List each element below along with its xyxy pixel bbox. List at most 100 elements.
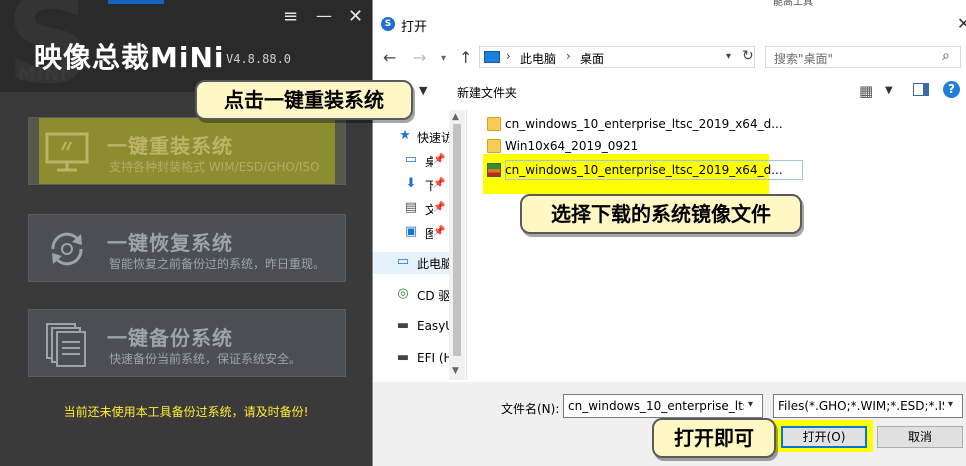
nav-item-documents[interactable]: ▤ 文档 📌 <box>373 198 449 220</box>
archive-icon <box>487 163 501 177</box>
breadcrumb-desktop[interactable]: 桌面 <box>580 50 604 67</box>
menu-button[interactable]: ≡ <box>283 8 298 26</box>
nav-item-desktop[interactable]: ▭ 桌面 📌 <box>373 150 449 172</box>
filename-value: cn_windows_10_enterprise_ltsc <box>568 399 744 413</box>
organize-chevron-icon[interactable]: ▼ <box>419 84 427 97</box>
card-title: 一键恢复系统 <box>107 231 233 255</box>
screen: S MiNi 映像总裁MiNi V4.8.88.0 ≡ — ✕ 一键重装系统 支… <box>0 0 966 466</box>
nav-item-label: 桌面 <box>425 155 433 169</box>
backup-warning: 当前还未使用本工具备份过系统，请及时备份! <box>63 405 309 419</box>
app-version: V4.8.88.0 <box>226 52 292 66</box>
nav-item-label: EasyU <box>417 319 449 333</box>
nav-item-easyu[interactable]: ▬ EasyU <box>373 316 449 338</box>
taskbar-strip <box>108 0 164 4</box>
up-button[interactable]: ↑ <box>459 48 472 67</box>
card-subtitle: 支持各种封装格式 WIM/ESD/GHO/ISO <box>109 160 320 174</box>
back-button[interactable]: ← <box>383 48 396 67</box>
picture-icon: ▣ <box>404 224 418 239</box>
scrollbar-thumb[interactable] <box>453 124 461 356</box>
nav-item-this-pc[interactable]: ▭ 此电脑 <box>373 252 449 274</box>
filename-label: 文件名(N): <box>501 402 560 416</box>
nav-item-efi[interactable]: ▬ EFI (H <box>373 348 449 370</box>
forward-button[interactable]: → <box>413 48 426 67</box>
desktop-icon: ▭ <box>404 152 418 167</box>
navigation-pane: ★ 快速访问 ▭ 桌面 📌 ⬇ 下载 📌 ▤ 文档 📌 ▣ 图片 📌 <box>373 110 467 380</box>
callout-open: 打开即可 <box>652 418 776 458</box>
drive-icon: ▬ <box>396 318 410 333</box>
download-icon: ⬇ <box>405 176 417 191</box>
nav-item-downloads[interactable]: ⬇ 下载 📌 <box>373 174 449 196</box>
file-name: cn_windows_10_enterprise_ltsc_2019_x64_d… <box>505 117 783 131</box>
document-icon: ▤ <box>404 200 418 215</box>
card-subtitle: 快速备份当前系统，保证系统安全。 <box>109 352 302 366</box>
callout-select-image: 选择下载的系统镜像文件 <box>520 194 802 234</box>
nav-item-label: 图片 <box>425 227 433 241</box>
nav-scrollbar[interactable]: ▲ ▼ <box>449 110 465 380</box>
background-window-text: 能高工具 <box>773 0 813 8</box>
dialog-titlebar: S 打开 ✕ <box>373 12 966 38</box>
chevron-up-icon[interactable]: ▲ <box>452 112 459 122</box>
nav-item-label: 文档 <box>425 203 433 217</box>
restore-system-button[interactable]: 一键恢复系统 智能恢复之前备份过的系统，昨日重现。 <box>28 214 346 282</box>
recent-locations-chevron-icon[interactable]: ▾ <box>441 53 446 64</box>
app-header: S MiNi 映像总裁MiNi V4.8.88.0 ≡ — ✕ <box>0 0 372 102</box>
file-item-iso[interactable]: cn_windows_10_enterprise_ltsc_2019_x64_d… <box>483 160 813 182</box>
chevron-down-icon[interactable]: ▾ <box>726 51 731 62</box>
nav-item-label: EFI (H <box>417 351 449 365</box>
chevron-down-icon[interactable]: ▾ <box>948 399 953 410</box>
open-button[interactable]: 打开(O) <box>781 426 867 448</box>
nav-item-label: CD 驱动器 <box>417 289 449 303</box>
file-item-folder[interactable]: Win10x64_2019_0921 <box>483 136 783 158</box>
folder-icon <box>487 117 501 131</box>
cd-icon: ◎ <box>397 286 409 301</box>
chevron-right-icon[interactable]: › <box>506 49 511 63</box>
card-subtitle: 智能恢复之前备份过的系统，昨日重现。 <box>109 257 326 271</box>
new-folder-button[interactable]: 新建文件夹 <box>457 84 517 101</box>
pin-icon: 📌 <box>433 154 446 165</box>
dialog-close-button[interactable]: ✕ <box>957 14 966 33</box>
nav-item-cd-drive[interactable]: ◎ CD 驱动器 <box>373 284 449 306</box>
reinstall-system-button[interactable]: 一键重装系统 支持各种封装格式 WIM/ESD/GHO/ISO <box>28 117 346 185</box>
app-title: 映像总裁MiNi <box>34 41 225 74</box>
dialog-title: 打开 <box>401 20 428 35</box>
filename-field[interactable]: cn_windows_10_enterprise_ltsc ▾ <box>563 394 763 418</box>
minimize-button[interactable]: — <box>316 8 332 24</box>
file-list: cn_windows_10_enterprise_ltsc_2019_x64_d… <box>469 112 966 380</box>
backup-system-button[interactable]: 一键备份系统 快速备份当前系统，保证系统安全。 <box>28 309 346 377</box>
address-bar[interactable]: › 此电脑 › 桌面 ▾ ↻ <box>479 46 755 68</box>
app-logo-icon: S <box>381 17 395 31</box>
star-icon: ★ <box>399 128 411 143</box>
nav-item-label: 此电脑 <box>417 257 449 271</box>
file-item-folder[interactable]: cn_windows_10_enterprise_ltsc_2019_x64_d… <box>483 114 783 136</box>
card-title: 一键重装系统 <box>107 134 233 158</box>
chevron-right-icon[interactable]: › <box>566 49 571 63</box>
nav-item-label: 下载 <box>425 179 433 193</box>
computer-icon <box>484 51 500 63</box>
pin-icon: 📌 <box>433 202 446 213</box>
nav-item-quick-access[interactable]: ★ 快速访问 <box>373 126 459 148</box>
monitor-icon <box>45 132 89 172</box>
pin-icon: 📌 <box>433 226 446 237</box>
preview-pane-icon[interactable] <box>913 83 929 96</box>
cancel-button[interactable]: 取消 <box>877 426 963 448</box>
file-name: Win10x64_2019_0921 <box>505 139 639 153</box>
view-icon[interactable]: ▦ <box>859 82 873 100</box>
nav-item-pictures[interactable]: ▣ 图片 📌 <box>373 222 449 244</box>
refresh-icon[interactable]: ↻ <box>742 48 754 64</box>
search-icon[interactable]: ⌕ <box>942 48 950 64</box>
chevron-down-icon[interactable]: ▼ <box>885 85 893 96</box>
close-button[interactable]: ✕ <box>348 8 363 26</box>
search-placeholder: 搜索"桌面" <box>774 52 834 66</box>
help-icon[interactable]: ? <box>943 81 960 98</box>
card-title: 一键备份系统 <box>107 326 233 350</box>
backup-icon <box>46 323 86 367</box>
search-input[interactable]: 搜索"桌面" ⌕ <box>765 46 961 68</box>
file-name: cn_windows_10_enterprise_ltsc_2019_x64_d… <box>505 163 783 177</box>
breadcrumb-this-pc[interactable]: 此电脑 <box>520 50 556 67</box>
callout-reinstall: 点击一键重装系统 <box>195 80 413 120</box>
chevron-down-icon[interactable]: ▼ <box>452 366 459 376</box>
filetype-select[interactable]: Files(*.GHO;*.WIM;*.ESD;*.ISO ▾ <box>773 394 963 418</box>
chevron-down-icon[interactable]: ▾ <box>748 399 753 410</box>
filetype-value: Files(*.GHO;*.WIM;*.ESD;*.ISO <box>778 399 944 413</box>
restore-icon <box>51 232 83 266</box>
